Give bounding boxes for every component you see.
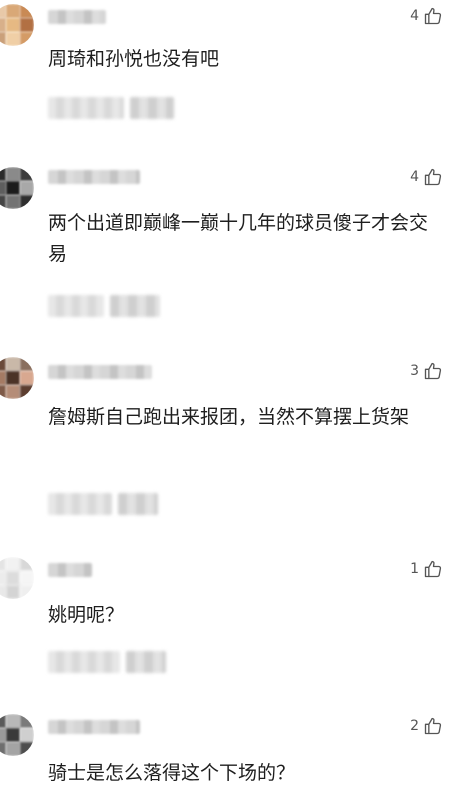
comment-meta-redacted — [48, 651, 166, 673]
like-count: 4 — [410, 169, 419, 185]
username-redacted[interactable] — [48, 10, 106, 24]
comment-item: 2 骑士是怎么落得这个下场的？ — [0, 700, 471, 800]
like-button[interactable]: 1 — [410, 557, 443, 581]
like-button[interactable]: 2 — [410, 714, 443, 738]
comment-text: 骑士是怎么落得这个下场的？ — [48, 762, 296, 784]
thumbs-up-icon — [423, 716, 443, 736]
thumbs-up-icon — [423, 6, 443, 26]
comment-meta-redacted — [48, 97, 174, 119]
username-redacted[interactable] — [48, 720, 140, 734]
like-count: 1 — [410, 561, 419, 577]
thumbs-up-icon — [423, 559, 443, 579]
username-redacted[interactable] — [48, 365, 152, 379]
avatar[interactable] — [0, 4, 34, 46]
like-button[interactable]: 4 — [410, 165, 443, 189]
avatar[interactable] — [0, 557, 34, 599]
comment-list: 4 周琦和孙悦也没有吧 4 两个出道即巅峰一巅十几年的球员傻子才会交易 3 詹姆… — [0, 0, 471, 800]
comment-text: 周琦和孙悦也没有吧 — [48, 48, 220, 70]
username-redacted[interactable] — [48, 170, 140, 184]
comment-text: 詹姆斯自己跑出来报团，当然不算摆上货架 — [48, 406, 410, 428]
avatar[interactable] — [0, 714, 34, 756]
comment-text: 姚明呢？ — [48, 604, 125, 626]
thumbs-up-icon — [423, 167, 443, 187]
like-count: 3 — [410, 363, 419, 379]
comment-item: 3 詹姆斯自己跑出来报团，当然不算摆上货架 — [0, 345, 471, 525]
username-redacted[interactable] — [48, 563, 92, 577]
comment-item: 4 两个出道即巅峰一巅十几年的球员傻子才会交易 — [0, 155, 471, 325]
avatar[interactable] — [0, 167, 34, 209]
comment-item: 4 周琦和孙悦也没有吧 — [0, 0, 471, 130]
comment-meta-redacted — [48, 295, 160, 317]
thumbs-up-icon — [423, 361, 443, 381]
comment-item: 1 姚明呢？ — [0, 545, 471, 685]
like-count: 4 — [410, 8, 419, 24]
comment-text: 两个出道即巅峰一巅十几年的球员傻子才会交易 — [48, 212, 429, 265]
like-button[interactable]: 4 — [410, 4, 443, 28]
avatar[interactable] — [0, 357, 34, 399]
like-button[interactable]: 3 — [410, 359, 443, 383]
like-count: 2 — [410, 718, 419, 734]
comment-meta-redacted — [48, 493, 158, 515]
